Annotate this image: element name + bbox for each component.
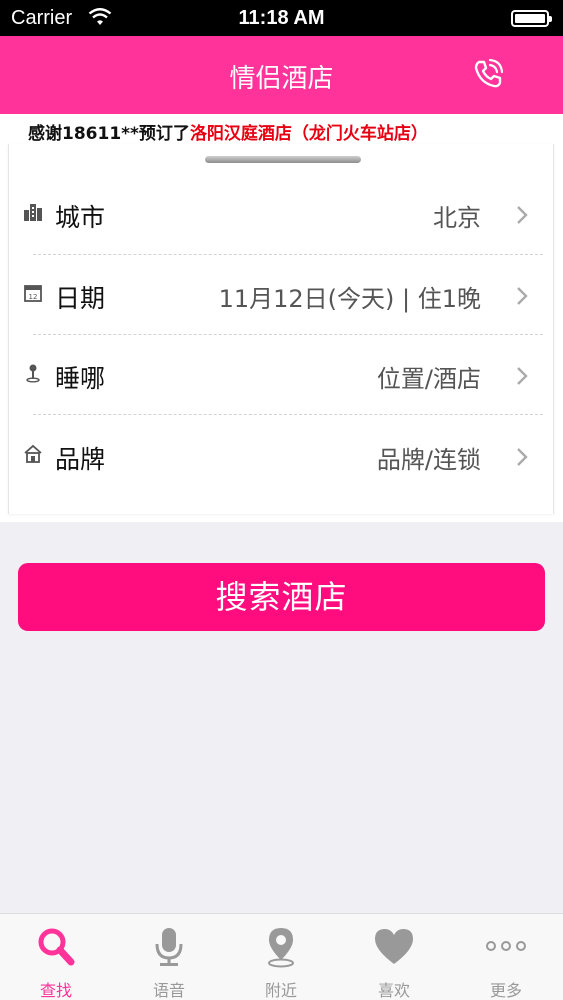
chevron-right-icon xyxy=(517,287,528,305)
status-bar: Carrier 11:18 AM xyxy=(0,0,563,36)
chevron-right-icon xyxy=(517,206,528,224)
tab-label: 查找 xyxy=(39,981,72,1000)
clock: 11:18 AM xyxy=(238,7,325,29)
location-label: 睡哪 xyxy=(55,364,106,393)
tab-more[interactable]: 更多 xyxy=(450,914,562,1000)
microphone-icon xyxy=(155,928,183,966)
city-label: 城市 xyxy=(55,203,106,232)
nav-bar: 情侣酒店 xyxy=(0,36,563,114)
city-buildings-icon xyxy=(24,204,42,221)
calendar-icon: 12 xyxy=(24,285,42,302)
tab-label: 更多 xyxy=(489,981,522,1000)
location-value: 位置/酒店 xyxy=(376,365,481,393)
phone-icon[interactable] xyxy=(470,56,506,92)
chevron-right-icon xyxy=(517,448,528,466)
tab-nearby[interactable]: 附近 xyxy=(225,914,337,1000)
date-label: 日期 xyxy=(55,284,106,313)
tab-voice[interactable]: 语音 xyxy=(113,914,225,1000)
city-row[interactable]: 城市 北京 xyxy=(23,174,543,254)
search-card: 城市 北京 12 日期 11月12日(今天) | 住1晚 睡哪 位置/酒店 品牌… xyxy=(8,144,554,518)
date-value: 11月12日(今天) | 住1晚 xyxy=(218,285,481,313)
house-icon xyxy=(24,444,42,463)
heart-icon xyxy=(375,929,413,964)
tab-bar: 查找 语音 附近 喜欢 更多 xyxy=(0,913,563,1000)
tab-label: 附近 xyxy=(264,981,297,1000)
row-divider xyxy=(33,414,543,415)
location-row[interactable]: 睡哪 位置/酒店 xyxy=(23,335,543,415)
svg-text:12: 12 xyxy=(29,293,38,301)
battery-icon xyxy=(511,10,552,27)
location-pin-icon xyxy=(26,364,40,383)
tab-search[interactable]: 查找 xyxy=(0,914,112,1000)
date-row[interactable]: 12 日期 11月12日(今天) | 住1晚 xyxy=(23,255,543,335)
ticker-hotel-name[interactable]: 洛阳汉庭酒店（龙门火车站店） xyxy=(190,124,428,144)
tab-favorites[interactable]: 喜欢 xyxy=(338,914,450,1000)
search-hotels-button[interactable]: 搜索酒店 xyxy=(18,563,545,631)
brand-value: 品牌/连锁 xyxy=(376,446,481,474)
card-notch xyxy=(205,156,361,163)
brand-label: 品牌 xyxy=(55,445,106,474)
tab-label: 喜欢 xyxy=(377,981,410,1000)
search-form: 城市 北京 12 日期 11月12日(今天) | 住1晚 睡哪 位置/酒店 品牌… xyxy=(0,144,563,522)
city-value: 北京 xyxy=(433,204,481,232)
chevron-right-icon xyxy=(517,367,528,385)
more-dots-icon xyxy=(486,941,526,951)
booking-ticker: 感谢18611**预订了洛阳汉庭酒店（龙门火车站店） xyxy=(0,114,563,144)
ticker-prefix: 感谢18611**预订了 xyxy=(28,124,190,144)
search-icon xyxy=(38,928,75,966)
tab-label: 语音 xyxy=(152,981,185,1000)
brand-row[interactable]: 品牌 品牌/连锁 xyxy=(23,416,543,496)
card-perforation xyxy=(9,510,553,518)
location-pin-icon xyxy=(268,928,294,968)
